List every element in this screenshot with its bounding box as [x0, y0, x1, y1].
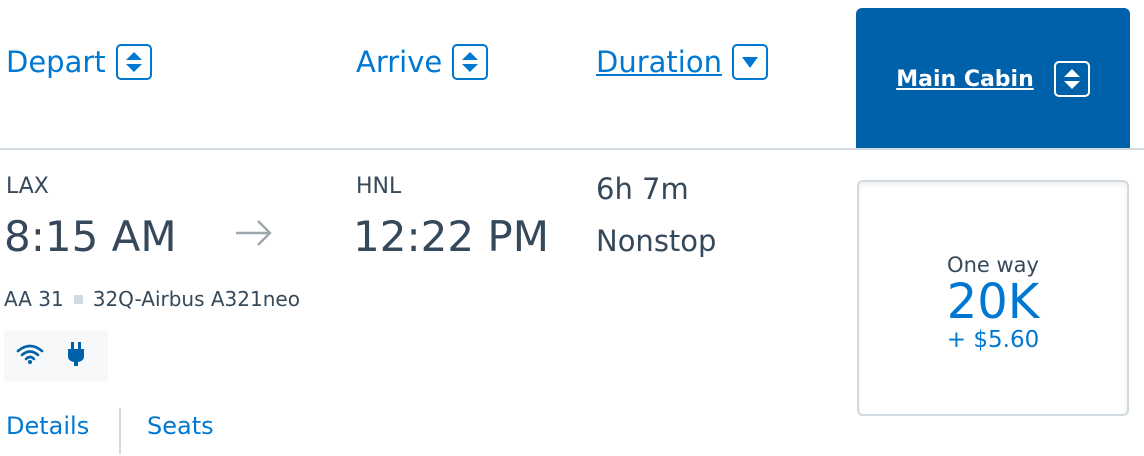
sort-up-down-icon[interactable]: [115, 44, 152, 80]
main-cabin-header[interactable]: Main Cabin: [856, 8, 1130, 150]
wifi-icon: [16, 343, 44, 369]
arrive-time: 12:22 PM: [353, 212, 549, 261]
main-cabin-label: Main Cabin: [896, 66, 1034, 92]
sort-up-down-icon[interactable]: [1053, 61, 1090, 97]
seats-link[interactable]: Seats: [147, 412, 214, 440]
destination-airport-code: HNL: [356, 174, 402, 199]
aircraft-type: 32Q-Airbus A321neo: [92, 287, 300, 311]
arrive-sort-header[interactable]: Arrive: [356, 44, 489, 80]
header-divider: [0, 148, 1144, 150]
duration-sort-header[interactable]: Duration: [596, 44, 768, 80]
flight-duration: 6h 7m: [596, 172, 689, 206]
details-link[interactable]: Details: [6, 412, 89, 440]
depart-time: 8:15 AM: [4, 212, 177, 261]
flight-number: AA 31: [4, 287, 64, 311]
sort-down-icon[interactable]: [731, 44, 768, 80]
arrow-right-icon: [234, 216, 274, 254]
arrive-header-label: Arrive: [356, 45, 443, 79]
link-divider: [119, 408, 121, 454]
duration-header-label: Duration: [596, 45, 722, 79]
main-cabin-fare-button[interactable]: One way 20K + $5.60: [857, 180, 1129, 416]
sort-up-down-icon[interactable]: [452, 44, 489, 80]
origin-airport-code: LAX: [6, 174, 49, 199]
depart-header-label: Depart: [6, 45, 106, 79]
power-outlet-icon: [66, 341, 86, 371]
fare-miles: 20K: [946, 273, 1040, 330]
separator-dot: [73, 294, 83, 304]
fare-taxes: + $5.60: [946, 327, 1040, 354]
flight-info: AA 31 32Q-Airbus A321neo: [4, 287, 300, 311]
stops-info: Nonstop: [596, 224, 717, 258]
amenities: [4, 330, 108, 382]
depart-sort-header[interactable]: Depart: [6, 44, 152, 80]
